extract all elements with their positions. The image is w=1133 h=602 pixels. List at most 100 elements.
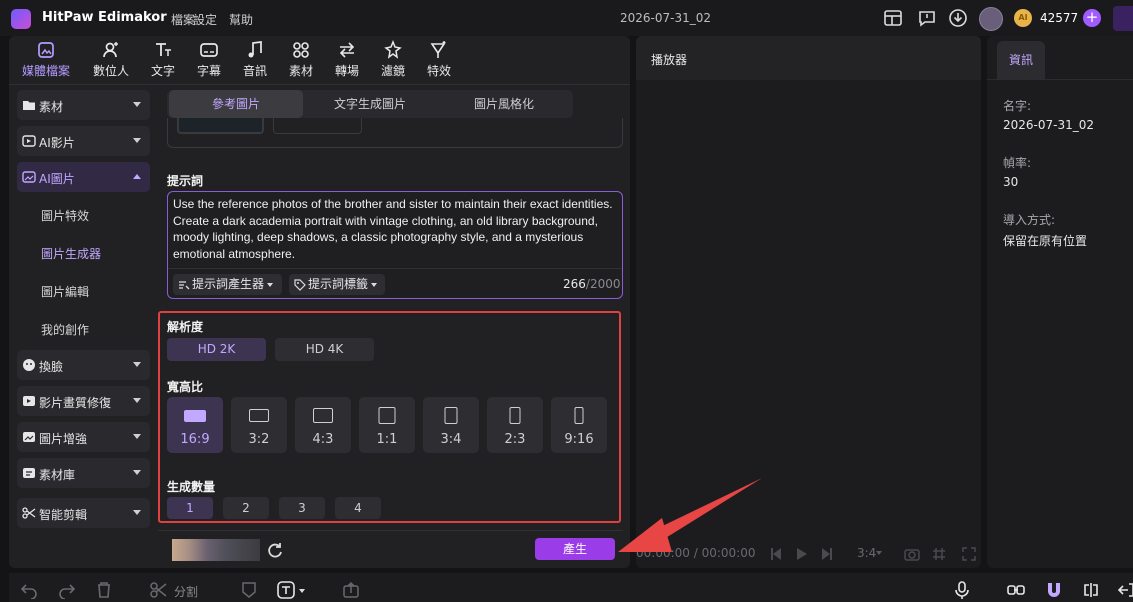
aspect-ratio-option[interactable]: 4:3	[295, 397, 351, 453]
sidebar-subitem[interactable]: 圖片生成器	[41, 245, 101, 262]
tab-reference-image[interactable]: 參考圖片	[169, 90, 303, 118]
sidebar-item-ai-image[interactable]: AI圖片	[17, 162, 150, 192]
grid-icon[interactable]	[932, 547, 946, 561]
menu-settings[interactable]: 設定	[193, 11, 217, 28]
info-import-value: 保留在原有位置	[1003, 234, 1088, 248]
resolution-hd2k-button[interactable]: HD 2K	[167, 338, 266, 361]
unlink-icon[interactable]	[1082, 581, 1100, 599]
refresh-icon[interactable]	[265, 540, 285, 560]
aspect-ratio-shape-icon	[444, 407, 458, 424]
delete-icon[interactable]	[95, 581, 113, 599]
toolbar-label: 特效	[426, 64, 451, 78]
aspect-ratio-option[interactable]: 3:4	[423, 397, 479, 453]
aspect-ratio-option[interactable]: 1:1	[359, 397, 415, 453]
prompt-text[interactable]: Use the reference photos of the brother …	[173, 196, 619, 262]
link-icon[interactable]	[1007, 581, 1025, 599]
text-tool-icon[interactable]	[277, 581, 295, 599]
collapse-icon[interactable]	[1117, 581, 1133, 599]
sidebar-item-label: 換臉	[39, 360, 64, 374]
toolbar-subtitle-button[interactable]: 字幕	[196, 40, 222, 80]
tab-text-to-image[interactable]: 文字生成圖片	[303, 90, 437, 118]
quantity-1-button[interactable]: 1	[167, 497, 213, 519]
generate-button[interactable]: 產生	[535, 538, 615, 560]
resolution-hd4k-button[interactable]: HD 4K	[275, 338, 374, 361]
aspect-ratio-option[interactable]: 2:3	[487, 397, 543, 453]
aspect-ratio-label: 16:9	[180, 432, 210, 447]
ratio-caret-icon	[876, 551, 882, 555]
layout-icon[interactable]	[883, 8, 903, 28]
text-tool-caret-icon[interactable]	[299, 589, 305, 593]
prompt-tags-button[interactable]: 提示詞標籤	[289, 274, 385, 295]
snapshot-icon[interactable]	[904, 547, 920, 561]
sidebar-item-ai-video[interactable]: AI影片	[17, 126, 150, 156]
sidebar-item-smart-cut[interactable]: 智能剪輯	[17, 498, 150, 528]
tab-image-stylize[interactable]: 圖片風格化	[437, 90, 571, 118]
player-ratio[interactable]: 3:4	[857, 546, 876, 560]
aspect-ratio-label: 3:2	[248, 432, 270, 447]
prompt-label: 提示詞	[167, 174, 204, 188]
quantity-2-button[interactable]: 2	[223, 497, 269, 519]
aspect-ratio-label: 3:4	[440, 432, 462, 447]
sidebar-subitem[interactable]: 圖片特效	[41, 207, 89, 224]
toolbar-transition-button[interactable]: 轉場	[334, 40, 360, 80]
upgrade-button[interactable]	[1113, 6, 1133, 31]
prompt-generator-button[interactable]: 提示詞產生器	[173, 274, 282, 295]
info-import-label: 導入方式:	[1003, 213, 1056, 227]
toolbar-media-button[interactable]: 媒體檔案	[17, 40, 75, 80]
divider	[9, 84, 630, 85]
next-frame-icon[interactable]	[821, 547, 833, 561]
toolbar-filter-button[interactable]: 濾鏡	[380, 40, 406, 80]
magnet-icon[interactable]	[1045, 581, 1063, 599]
toolbar-label: 濾鏡	[380, 64, 405, 78]
sidebar-item-label: AI圖片	[39, 172, 75, 186]
sidebar-item-image-enhance[interactable]: 圖片增強	[17, 422, 150, 452]
redo-icon[interactable]	[58, 581, 76, 599]
quantity-3-button[interactable]: 3	[279, 497, 325, 519]
user-avatar[interactable]	[979, 7, 1003, 31]
sidebar-item-face-swap[interactable]: 換臉	[17, 350, 150, 380]
prev-frame-icon[interactable]	[770, 547, 782, 561]
sidebar-item-label: 圖片增強	[39, 432, 88, 446]
aspect-ratio-label: 寬高比	[167, 380, 204, 394]
quantity-4-button[interactable]: 4	[335, 497, 381, 519]
reference-thumbnail-slot[interactable]	[273, 118, 362, 134]
info-panel	[987, 36, 1133, 568]
export-frame-icon[interactable]	[342, 581, 360, 599]
menu-file[interactable]: 檔案	[171, 11, 195, 28]
sidebar-item-folder[interactable]: 素材	[17, 90, 150, 120]
sidebar-subitem[interactable]: 圖片編輯	[41, 283, 89, 300]
reference-thumbnail[interactable]	[177, 118, 264, 134]
divider	[158, 530, 623, 531]
aspect-ratio-option[interactable]: 3:2	[231, 397, 287, 453]
toolbar-effects-button[interactable]: 特效	[426, 40, 452, 80]
toolbar-music-button[interactable]: 音訊	[242, 40, 268, 80]
split-icon[interactable]	[150, 581, 168, 599]
play-icon[interactable]	[796, 547, 808, 561]
split-label[interactable]: 分割	[174, 583, 198, 600]
undo-icon[interactable]	[20, 581, 38, 599]
microphone-icon[interactable]	[953, 581, 971, 599]
toolbar-avatar-button[interactable]: 數位人	[91, 40, 131, 80]
sidebar-item-library[interactable]: 素材庫	[17, 458, 150, 488]
toolbar-text-button[interactable]: 文字	[150, 40, 176, 80]
aspect-ratio-label: 2:3	[504, 432, 526, 447]
document-title: 2026-07-31_02	[620, 11, 712, 25]
shield-icon[interactable]	[240, 581, 258, 599]
filter-icon	[383, 40, 403, 60]
fullscreen-icon[interactable]	[962, 547, 976, 561]
subtitle-icon	[199, 40, 219, 60]
tab-info[interactable]: 資訊	[997, 41, 1045, 79]
sidebar-subitem[interactable]: 我的創作	[41, 321, 89, 338]
aspect-ratio-option[interactable]: 16:9	[167, 397, 223, 453]
chevron-down-icon	[133, 470, 141, 475]
add-coins-button[interactable]: +	[1083, 9, 1101, 27]
transition-icon	[337, 40, 357, 60]
app-name: HitPaw Edimakor	[42, 10, 167, 25]
menu-help[interactable]: 幫助	[229, 11, 253, 28]
resolution-label: 解析度	[167, 320, 204, 334]
sidebar-item-video-repair[interactable]: 影片畫質修復	[17, 386, 150, 416]
toolbar-assets-button[interactable]: 素材	[288, 40, 314, 80]
aspect-ratio-option[interactable]: 9:16	[551, 397, 607, 453]
download-icon[interactable]	[948, 8, 968, 28]
feedback-icon[interactable]	[917, 8, 937, 28]
